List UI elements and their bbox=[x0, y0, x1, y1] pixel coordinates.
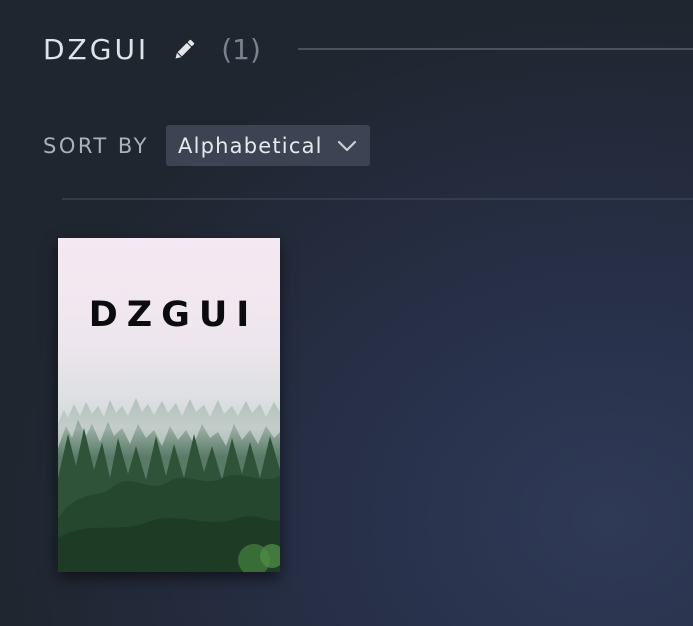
sort-selected-value: Alphabetical bbox=[178, 133, 323, 158]
game-card[interactable]: DZGUI bbox=[58, 238, 280, 572]
chevron-down-icon bbox=[337, 139, 357, 153]
collection-count: (1) bbox=[221, 33, 261, 66]
collection-title: DZGUI bbox=[43, 33, 150, 66]
pencil-icon[interactable] bbox=[169, 35, 199, 65]
collection-header: DZGUI (1) bbox=[43, 28, 261, 72]
sort-label: SORT BY bbox=[43, 133, 150, 158]
game-card-title: DZGUI bbox=[88, 295, 259, 335]
game-cover-art bbox=[58, 238, 280, 572]
section-divider bbox=[62, 198, 693, 200]
sort-controls: SORT BY Alphabetical bbox=[43, 125, 370, 166]
header-divider bbox=[298, 48, 693, 50]
sort-dropdown[interactable]: Alphabetical bbox=[166, 125, 370, 166]
